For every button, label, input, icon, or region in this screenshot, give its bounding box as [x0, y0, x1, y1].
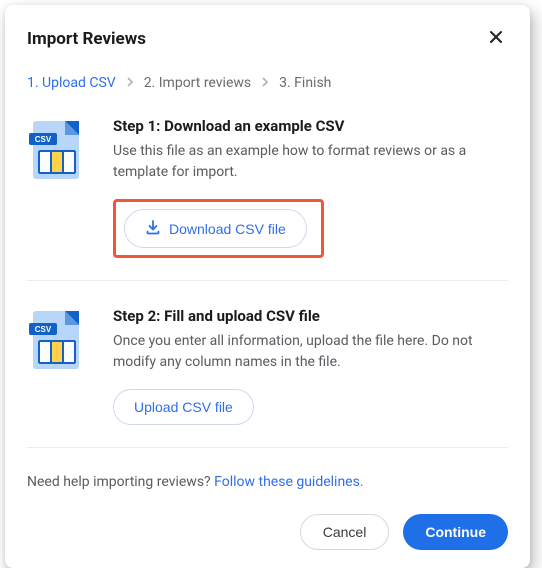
upload-csv-label: Upload CSV file	[134, 399, 233, 415]
help-text: Need help importing reviews? Follow thes…	[27, 474, 508, 490]
modal-footer: Cancel Continue	[27, 514, 508, 550]
guidelines-link[interactable]: Follow these guidelines.	[214, 474, 363, 490]
download-icon	[145, 219, 161, 238]
step2-content: Step 2: Fill and upload CSV file Once yo…	[113, 307, 508, 425]
modal-header: Import Reviews	[27, 25, 508, 53]
csv-file-icon: CSV	[27, 117, 91, 258]
csv-file-icon: CSV	[27, 307, 91, 425]
step1-content: Step 1: Download an example CSV Use this…	[113, 117, 508, 258]
download-highlight: Download CSV file	[113, 199, 324, 258]
step1-description: Use this file as an example how to forma…	[113, 141, 508, 183]
modal-title: Import Reviews	[27, 29, 146, 49]
svg-text:CSV: CSV	[35, 135, 52, 144]
download-csv-label: Download CSV file	[169, 221, 286, 237]
cancel-button[interactable]: Cancel	[300, 514, 390, 550]
step2-card: CSV Step 2: Fill and upload CSV file Onc…	[27, 303, 508, 448]
step2-description: Once you enter all information, upload t…	[113, 331, 508, 373]
step1-title: Step 1: Download an example CSV	[113, 117, 508, 135]
step-upload-csv[interactable]: 1. Upload CSV	[27, 75, 116, 91]
step2-title: Step 2: Fill and upload CSV file	[113, 307, 508, 325]
svg-text:CSV: CSV	[35, 325, 52, 334]
step-import-reviews[interactable]: 2. Import reviews	[144, 75, 251, 91]
close-button[interactable]	[484, 25, 508, 53]
step-finish[interactable]: 3. Finish	[279, 75, 331, 91]
close-icon	[488, 28, 504, 50]
upload-csv-button[interactable]: Upload CSV file	[113, 389, 254, 425]
import-reviews-modal: Import Reviews 1. Upload CSV 2. Import r…	[5, 5, 530, 568]
step1-card: CSV Step 1: Download an example CSV Use …	[27, 113, 508, 281]
chevron-right-icon	[126, 76, 134, 90]
stepper: 1. Upload CSV 2. Import reviews 3. Finis…	[27, 75, 508, 91]
chevron-right-icon	[261, 76, 269, 90]
download-csv-button[interactable]: Download CSV file	[124, 209, 307, 248]
continue-button[interactable]: Continue	[403, 514, 508, 550]
